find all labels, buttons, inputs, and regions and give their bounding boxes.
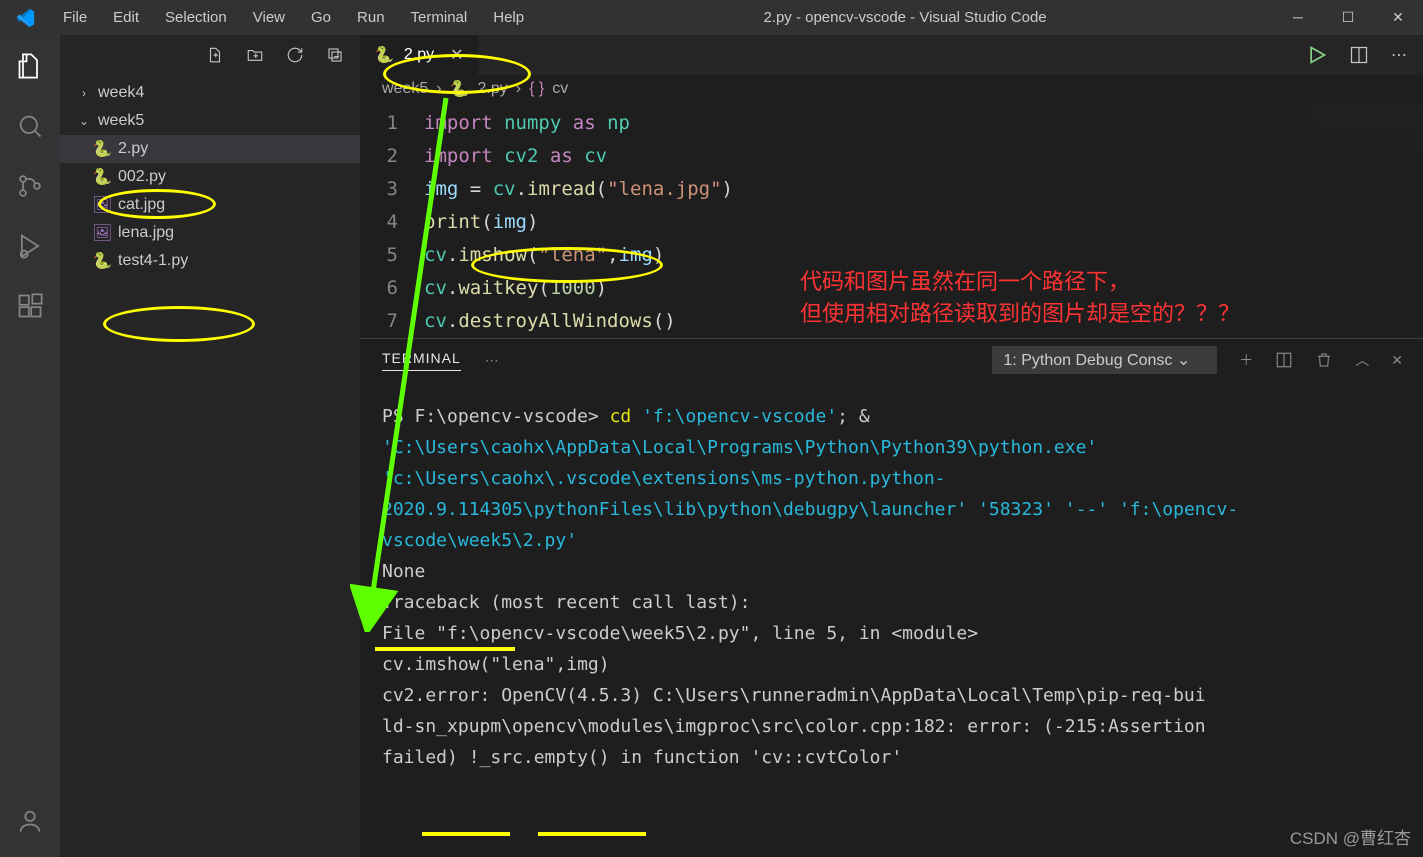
more-actions-icon[interactable]: ⋯ bbox=[1391, 45, 1407, 65]
menu-go[interactable]: Go bbox=[298, 9, 344, 26]
menu-view[interactable]: View bbox=[240, 9, 298, 26]
accounts-icon[interactable] bbox=[14, 805, 46, 837]
activity-bar bbox=[0, 35, 60, 857]
python-file-icon: 🐍 bbox=[374, 45, 394, 65]
extensions-icon[interactable] bbox=[14, 290, 46, 322]
new-file-icon[interactable] bbox=[206, 46, 224, 64]
panel-tabs: TERMINAL ⋯ 1: Python Debug Consc ⌄ ＋ ︿ ✕ bbox=[360, 339, 1423, 381]
code-editor[interactable]: 1import numpy as np 2import cv2 as cv 3i… bbox=[360, 103, 1423, 338]
file-002py[interactable]: 🐍002.py bbox=[60, 163, 360, 191]
menu-edit[interactable]: Edit bbox=[100, 9, 152, 26]
panel-more-icon[interactable]: ⋯ bbox=[485, 352, 499, 369]
minimize-button[interactable]: ─ bbox=[1273, 9, 1323, 26]
refresh-icon[interactable] bbox=[286, 46, 304, 64]
new-terminal-icon[interactable]: ＋ bbox=[1239, 350, 1253, 370]
tab-label: 2.py bbox=[404, 46, 434, 64]
tab-2py[interactable]: 🐍 2.py ✕ bbox=[360, 35, 478, 75]
folder-week5[interactable]: ⌄week5 bbox=[60, 107, 360, 135]
breadcrumbs[interactable]: week5› 🐍2.py› { }cv bbox=[360, 75, 1423, 103]
explorer-icon[interactable] bbox=[14, 50, 46, 82]
maximize-button[interactable]: ☐ bbox=[1323, 9, 1373, 26]
file-catjpg[interactable]: 🖼cat.jpg bbox=[60, 191, 360, 219]
file-2py[interactable]: 🐍2.py bbox=[60, 135, 360, 163]
close-button[interactable]: ✕ bbox=[1373, 9, 1423, 26]
menu-help[interactable]: Help bbox=[480, 9, 537, 26]
run-debug-icon[interactable] bbox=[14, 230, 46, 262]
terminal-selector[interactable]: 1: Python Debug Consc ⌄ bbox=[992, 346, 1217, 374]
file-lenajpg[interactable]: 🖼lena.jpg bbox=[60, 219, 360, 247]
search-icon[interactable] bbox=[14, 110, 46, 142]
editor-area: 🐍 2.py ✕ ⋯ week5› 🐍2.py› { }cv 1import n… bbox=[360, 35, 1423, 857]
editor-tabs: 🐍 2.py ✕ ⋯ bbox=[360, 35, 1423, 75]
title-bar: File Edit Selection View Go Run Terminal… bbox=[0, 0, 1423, 35]
maximize-panel-icon[interactable]: ︿ bbox=[1355, 350, 1369, 370]
explorer-toolbar bbox=[60, 35, 360, 75]
file-tree: ›week4 ⌄week5 🐍2.py 🐍002.py 🖼cat.jpg 🖼le… bbox=[60, 75, 360, 275]
watermark: CSDN @曹红杏 bbox=[1290, 824, 1411, 849]
split-terminal-icon[interactable] bbox=[1275, 351, 1293, 369]
menu-selection[interactable]: Selection bbox=[152, 9, 240, 26]
window-title: 2.py - opencv-vscode - Visual Studio Cod… bbox=[537, 9, 1273, 26]
collapse-all-icon[interactable] bbox=[326, 46, 344, 64]
new-folder-icon[interactable] bbox=[246, 46, 264, 64]
menu-bar: File Edit Selection View Go Run Terminal… bbox=[50, 9, 537, 26]
menu-run[interactable]: Run bbox=[344, 9, 398, 26]
panel: TERMINAL ⋯ 1: Python Debug Consc ⌄ ＋ ︿ ✕… bbox=[360, 338, 1423, 857]
split-editor-icon[interactable] bbox=[1349, 45, 1369, 65]
source-control-icon[interactable] bbox=[14, 170, 46, 202]
tab-terminal[interactable]: TERMINAL bbox=[382, 350, 461, 371]
window-controls: ─ ☐ ✕ bbox=[1273, 9, 1423, 26]
terminal-output[interactable]: PS F:\opencv-vscode> cd 'f:\opencv-vscod… bbox=[360, 381, 1423, 857]
vscode-logo-icon bbox=[0, 7, 50, 29]
python-file-icon: 🐍 bbox=[450, 79, 470, 99]
run-code-icon[interactable] bbox=[1307, 45, 1327, 65]
close-panel-icon[interactable]: ✕ bbox=[1391, 352, 1403, 369]
menu-terminal[interactable]: Terminal bbox=[398, 9, 481, 26]
close-tab-icon[interactable]: ✕ bbox=[450, 45, 463, 65]
folder-week4[interactable]: ›week4 bbox=[60, 79, 360, 107]
file-test41py[interactable]: 🐍test4-1.py bbox=[60, 247, 360, 275]
sidebar: ›week4 ⌄week5 🐍2.py 🐍002.py 🖼cat.jpg 🖼le… bbox=[60, 35, 360, 857]
menu-file[interactable]: File bbox=[50, 9, 100, 26]
kill-terminal-icon[interactable] bbox=[1315, 351, 1333, 369]
